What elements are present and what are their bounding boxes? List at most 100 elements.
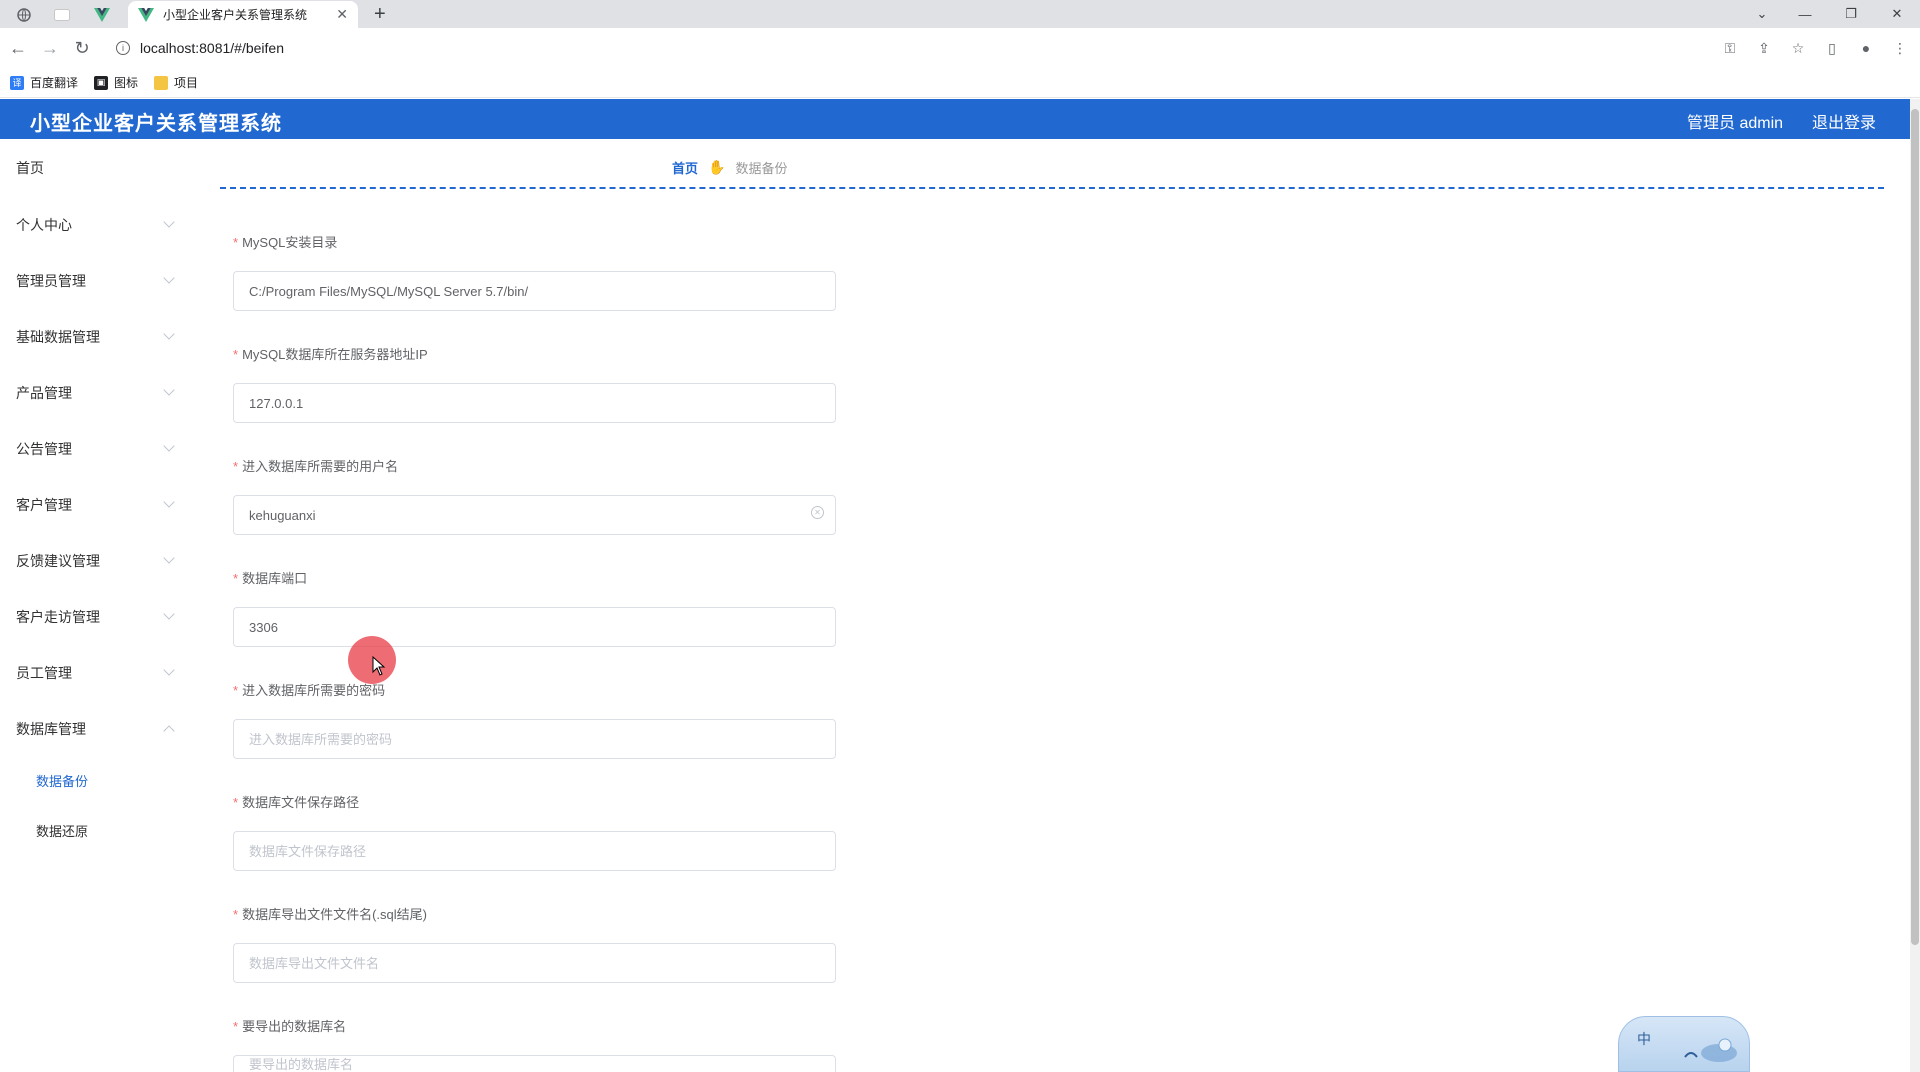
chevron-down-icon bbox=[163, 440, 175, 452]
sidebar-item-personal-center[interactable]: 个人中心 bbox=[16, 213, 181, 237]
sidebar-item-customers[interactable]: 客户管理 bbox=[16, 493, 181, 517]
browser-tab-bar: 小型企业客户关系管理系统 ✕ + ⌄ — ❐ ✕ bbox=[0, 0, 1920, 28]
sidebar-item-label: 产品管理 bbox=[16, 385, 72, 401]
pinned-tab-vue[interactable] bbox=[84, 3, 120, 27]
sidebar-item-label: 公告管理 bbox=[16, 441, 72, 457]
sidebar-item-label: 首页 bbox=[16, 160, 44, 176]
required-mark: * bbox=[233, 907, 239, 922]
star-icon[interactable]: ☆ bbox=[1786, 36, 1810, 60]
bookmarks-bar: 译 百度翻译 ▣ 图标 项目 bbox=[0, 68, 1920, 98]
globe-icon bbox=[17, 8, 31, 22]
mysql-install-dir-input[interactable] bbox=[233, 271, 836, 311]
required-mark: * bbox=[233, 795, 239, 810]
sidebar-item-label: 基础数据管理 bbox=[16, 329, 100, 345]
field-label: * 数据库端口 bbox=[233, 571, 308, 586]
sidebar-item-label: 客户管理 bbox=[16, 497, 72, 513]
new-tab-button[interactable]: + bbox=[374, 2, 386, 26]
sidebar-item-home[interactable]: 首页 bbox=[16, 156, 181, 180]
address-bar-actions: ⚿ ⇪ ☆ ▯ ● ⋮ bbox=[1718, 36, 1912, 60]
mouse-pointer-icon bbox=[372, 656, 386, 676]
field-label: * MySQL安装目录 bbox=[233, 235, 338, 250]
sidebar-item-products[interactable]: 产品管理 bbox=[16, 381, 181, 405]
translate-icon: 译 bbox=[10, 75, 24, 90]
breadcrumb-divider bbox=[220, 187, 1884, 189]
profile-avatar-icon[interactable]: ● bbox=[1854, 36, 1878, 60]
site-info-icon[interactable]: i bbox=[116, 41, 130, 55]
back-icon[interactable]: ← bbox=[6, 36, 30, 60]
sidebar-item-customer-visits[interactable]: 客户走访管理 bbox=[16, 605, 181, 629]
chevron-down-icon bbox=[163, 328, 175, 340]
db-password-input[interactable] bbox=[233, 719, 836, 759]
minimize-icon[interactable]: — bbox=[1782, 0, 1828, 28]
clear-input-icon[interactable]: ✕ bbox=[811, 506, 824, 519]
tab-search-icon[interactable]: ⌄ bbox=[1742, 0, 1782, 28]
field-label: * 要导出的数据库名 bbox=[233, 1019, 347, 1034]
field-label: * 进入数据库所需要的用户名 bbox=[233, 459, 399, 474]
browser-tab-active[interactable]: 小型企业客户关系管理系统 ✕ bbox=[128, 1, 358, 28]
save-path-input[interactable] bbox=[233, 831, 836, 871]
db-port-input[interactable] bbox=[233, 607, 836, 647]
folder-icon bbox=[154, 75, 169, 90]
window-controls: ⌄ — ❐ ✕ bbox=[1742, 0, 1920, 28]
chevron-down-icon bbox=[163, 496, 175, 508]
close-window-icon[interactable]: ✕ bbox=[1874, 0, 1920, 28]
share-icon[interactable]: ⇪ bbox=[1752, 36, 1776, 60]
bookmark-folder[interactable]: 项目 bbox=[154, 74, 198, 91]
sidebar-item-employees[interactable]: 员工管理 bbox=[16, 661, 181, 685]
sidebar-item-feedback[interactable]: 反馈建议管理 bbox=[16, 549, 181, 573]
required-mark: * bbox=[233, 347, 239, 362]
sidebar-item-database[interactable]: 数据库管理 bbox=[16, 717, 181, 741]
pinned-tab-blank[interactable] bbox=[44, 3, 80, 27]
required-mark: * bbox=[233, 459, 239, 474]
field-label: * 数据库文件保存路径 bbox=[233, 795, 360, 810]
breadcrumb-current: 数据备份 bbox=[735, 161, 788, 176]
blank-page-icon bbox=[54, 9, 70, 21]
bookmark-item[interactable]: 译 百度翻译 bbox=[10, 74, 78, 91]
sidebar-menu: 首页 个人中心 管理员管理 基础数据管理 产品管理 公告管理 客户管理 反馈建议… bbox=[0, 139, 190, 1072]
bookmark-label: 项目 bbox=[174, 76, 199, 90]
scrollbar-thumb[interactable] bbox=[1911, 109, 1919, 945]
field-label: * MySQL数据库所在服务器地址IP bbox=[233, 347, 428, 362]
url-field[interactable]: i localhost:8081/#/beifen bbox=[108, 33, 1906, 63]
forward-icon[interactable]: → bbox=[38, 36, 62, 60]
export-db-name-input[interactable] bbox=[233, 1055, 836, 1072]
image-icon: ▣ bbox=[94, 75, 109, 90]
tab-title: 小型企业客户关系管理系统 bbox=[163, 8, 308, 22]
reload-icon[interactable]: ↻ bbox=[70, 36, 94, 60]
export-filename-input[interactable] bbox=[233, 943, 836, 983]
url-text: localhost:8081/#/beifen bbox=[140, 40, 284, 56]
required-mark: * bbox=[233, 235, 239, 250]
chevron-down-icon bbox=[163, 552, 175, 564]
logout-button[interactable]: 退出登录 bbox=[1812, 109, 1876, 133]
breadcrumb-home[interactable]: 首页 bbox=[672, 158, 698, 177]
ime-toolbar[interactable]: 中 bbox=[1618, 1016, 1750, 1072]
key-icon[interactable]: ⚿ bbox=[1718, 36, 1742, 60]
side-panel-icon[interactable]: ▯ bbox=[1820, 36, 1844, 60]
ime-decoration-icon bbox=[1684, 1038, 1737, 1062]
sidebar-subitem-backup[interactable]: 数据备份 bbox=[36, 771, 88, 790]
sidebar-item-label: 数据库管理 bbox=[16, 721, 86, 737]
sidebar-item-basic-data[interactable]: 基础数据管理 bbox=[16, 325, 181, 349]
browser-menu-icon[interactable]: ⋮ bbox=[1888, 36, 1912, 60]
current-user: 管理员 admin bbox=[1687, 115, 1784, 132]
app-title: 小型企业客户关系管理系统 bbox=[30, 113, 282, 135]
app-header: 小型企业客户关系管理系统 管理员 admin 退出登录 bbox=[0, 99, 1910, 139]
db-username-input[interactable] bbox=[233, 495, 836, 535]
chevron-down-icon bbox=[163, 384, 175, 396]
sidebar-item-label: 员工管理 bbox=[16, 665, 72, 681]
server-ip-input[interactable] bbox=[233, 383, 836, 423]
bookmark-item[interactable]: ▣ 图标 bbox=[94, 74, 138, 91]
sidebar-subitem-restore[interactable]: 数据还原 bbox=[36, 821, 88, 840]
tab-close-icon[interactable]: ✕ bbox=[336, 6, 348, 23]
sidebar-item-label: 管理员管理 bbox=[16, 273, 86, 289]
chevron-down-icon bbox=[163, 664, 175, 676]
sidebar-item-notices[interactable]: 公告管理 bbox=[16, 437, 181, 461]
chevron-down-icon bbox=[163, 272, 175, 284]
chevron-up-icon bbox=[163, 725, 175, 737]
restore-icon[interactable]: ❐ bbox=[1828, 0, 1874, 28]
sidebar-item-label: 个人中心 bbox=[16, 217, 72, 233]
chevron-down-icon bbox=[163, 608, 175, 620]
required-mark: * bbox=[233, 571, 239, 586]
sidebar-item-admin[interactable]: 管理员管理 bbox=[16, 269, 181, 293]
pinned-tab-globe[interactable] bbox=[6, 3, 42, 27]
